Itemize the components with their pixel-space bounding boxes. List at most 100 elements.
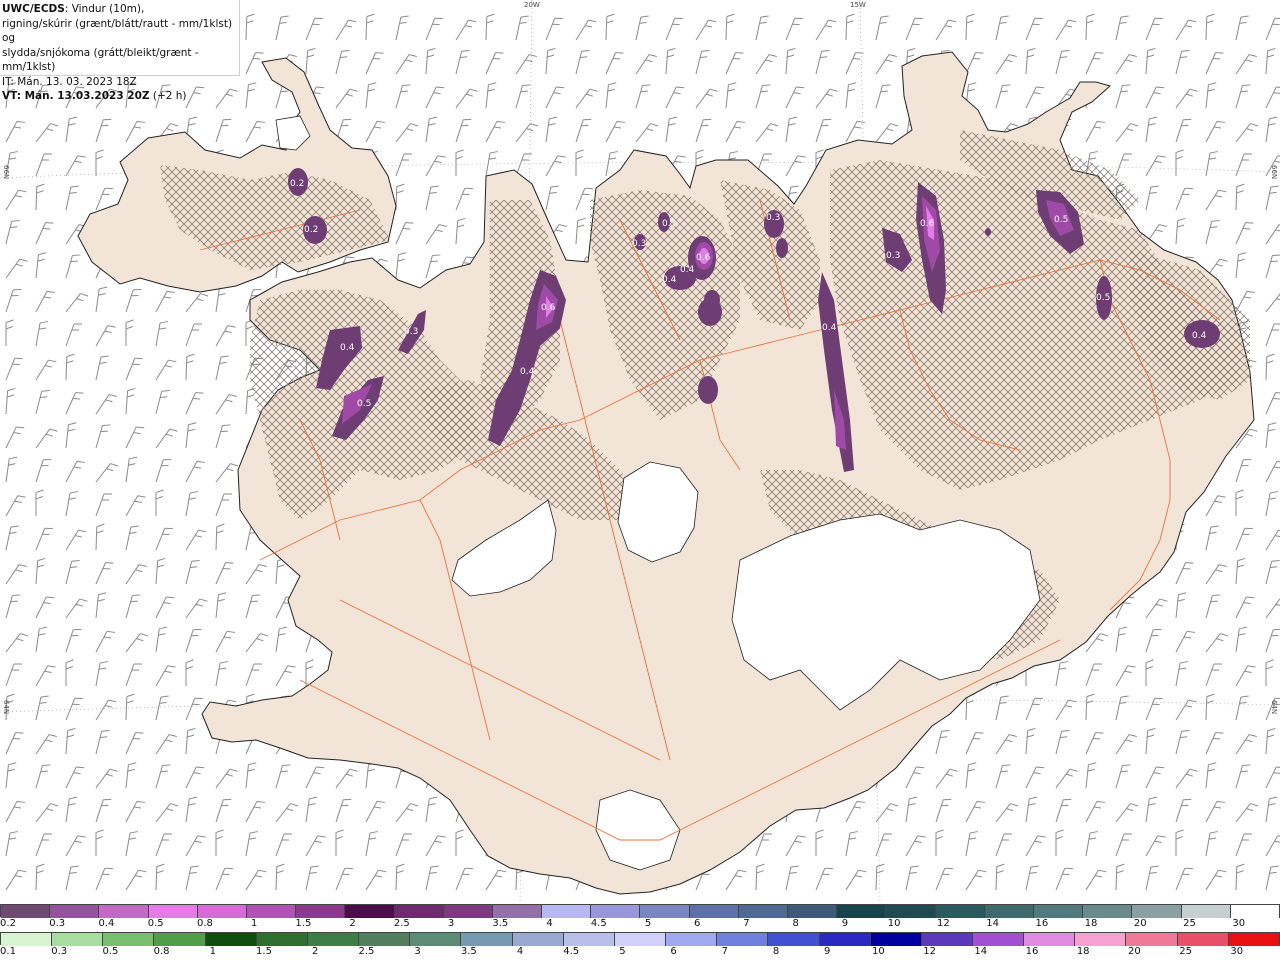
legend-label: 3.5	[492, 918, 509, 929]
precip-value-label: 0.6	[696, 253, 711, 263]
legend-label: 10	[887, 918, 901, 929]
precip-value-label: 0.2	[304, 225, 318, 235]
legend-swatch	[1, 905, 51, 918]
legend-label: 25	[1183, 918, 1196, 929]
legend-swatch	[886, 905, 936, 918]
title-line-4: IT: Mán. 13. 03. 2023 18Z	[2, 75, 137, 88]
coord-label-right-64n: 64N	[1270, 700, 1278, 715]
coord-label-right-66n: 66N	[1270, 165, 1278, 180]
precip-value-label: 0.4	[520, 367, 535, 377]
legend-label: 10	[872, 946, 885, 957]
precip-value-label: 0.4	[680, 265, 695, 275]
coord-label-left-66n: 66N	[2, 165, 10, 180]
title-line-3: slydda/snjókoma (grátt/bleikt/grænt - mm…	[2, 46, 199, 74]
legend-label: 18	[1084, 918, 1098, 929]
legend-label: 20	[1128, 946, 1141, 957]
title-line-2: rigning/skúrir (grænt/blátt/rautt - mm/1…	[2, 17, 233, 45]
legend-swatch	[197, 905, 247, 918]
legend-label: 0.3	[49, 918, 66, 929]
title-line-1: UWC/ECDS: Vindur (10m),	[2, 3, 145, 15]
legend-label: 30	[1230, 946, 1244, 957]
legend-swatch	[359, 933, 411, 946]
legend-swatch	[512, 933, 564, 946]
legend-swatch	[103, 933, 155, 946]
legend-label: 2.5	[358, 946, 375, 957]
legend-swatch	[1083, 905, 1133, 918]
legend-swatch	[52, 933, 104, 946]
legend-swatch	[768, 933, 820, 946]
legend-label: 5	[619, 946, 626, 957]
legend-swatch	[984, 905, 1034, 918]
legend-label: 0.3	[51, 946, 68, 957]
legend-label: 12	[923, 946, 936, 957]
legend-swatch	[461, 933, 513, 946]
legend-swatch	[205, 933, 257, 946]
legend-label: 1	[250, 918, 258, 929]
legend-swatch	[1075, 933, 1127, 946]
precip-value-label: 0.3	[766, 213, 780, 223]
legend-label: 3.5	[460, 946, 477, 957]
legend-rain-labels: 0.1 0.3 0.5 0.8 1 1.5 2 2.5 3 3.5 4 4.5 5 6 7 8 9 10 12 14 1…	[0, 946, 1280, 958]
precip-value-label: 0.3	[662, 219, 676, 229]
legend-label: 14	[986, 918, 999, 929]
legend-swatch	[870, 933, 922, 946]
weather-map: 0.20.20.30.40.50.60.40.30.40.60.30.30.60…	[0, 0, 1280, 903]
legend-label: 9	[841, 918, 849, 929]
legend-swatch	[788, 905, 838, 918]
legend-swatch	[935, 905, 985, 918]
precip-value-label: 0.5	[1054, 215, 1068, 225]
legend-label: 2	[349, 918, 356, 929]
legend-label: 9	[824, 946, 831, 957]
legend-swatch	[394, 905, 444, 918]
legend-swatch	[410, 933, 462, 946]
legend-label: 0.4	[98, 918, 115, 929]
legend-swatch	[1024, 933, 1076, 946]
legend-label: 20	[1133, 918, 1147, 929]
legend-label: 0.1	[0, 946, 16, 957]
legend-label: 0.2	[0, 918, 16, 929]
coord-label-15w: 15W	[850, 1, 866, 9]
precip-value-label: 0.4	[340, 343, 355, 353]
legend-swatch	[972, 933, 1025, 946]
legend-label: 0.5	[147, 918, 164, 929]
legend-label: 30	[1232, 918, 1246, 929]
legend-swatch	[1126, 933, 1178, 946]
legend-swatch	[148, 905, 198, 918]
legend-swatch	[154, 933, 206, 946]
legend-label: 0.8	[196, 918, 213, 929]
legend-label: 5	[644, 918, 652, 929]
legend-swatch	[738, 905, 788, 918]
precip-value-label: 0.4	[1192, 331, 1207, 341]
legend-swatch	[837, 905, 887, 918]
legend-label: 4.5	[563, 946, 580, 957]
legend-label: 8	[772, 946, 780, 957]
legend-swatch	[819, 933, 871, 946]
legend-swatch	[1, 933, 53, 946]
legend-swatch	[689, 905, 739, 918]
precip-value-label: 0.4	[662, 275, 677, 285]
precip-value-label: 0.3	[886, 251, 900, 261]
legend-label: 4	[546, 918, 553, 929]
legend-swatch	[921, 933, 973, 946]
precip-value-label: 0.6	[920, 219, 935, 229]
legend-swatch	[99, 905, 149, 918]
legend-label: 3	[447, 918, 455, 929]
legend-label: 0.8	[153, 946, 170, 957]
legend-swatch	[296, 905, 346, 918]
legend-label: 25	[1179, 946, 1192, 957]
coord-label-left-64n: 64N	[2, 700, 10, 715]
legend-label: 16	[1035, 918, 1049, 929]
legend-swatch	[1228, 933, 1280, 946]
legend-swatch	[1230, 905, 1280, 918]
legend-swatch	[246, 905, 297, 918]
legend-label: 4	[516, 946, 524, 957]
legend-label: 18	[1076, 946, 1090, 957]
legend-snow-labels: 0.2 0.3 0.4 0.5 0.8 1 1.5 2 2.5 3 3.5 4 4.5 5 6 7 8 9 10 12…	[0, 918, 1280, 930]
legend-swatch	[256, 933, 308, 946]
legend-label: 14	[974, 946, 988, 957]
legend-label: 12	[937, 918, 950, 929]
legend-label: 16	[1025, 946, 1039, 957]
title-line-5: VT: Mán. 13.03.2023 20Z (+2 h)	[2, 90, 187, 102]
legend-swatch	[1177, 933, 1229, 946]
map-title-box: UWC/ECDS: Vindur (10m), rigning/skúrir (…	[0, 0, 240, 102]
